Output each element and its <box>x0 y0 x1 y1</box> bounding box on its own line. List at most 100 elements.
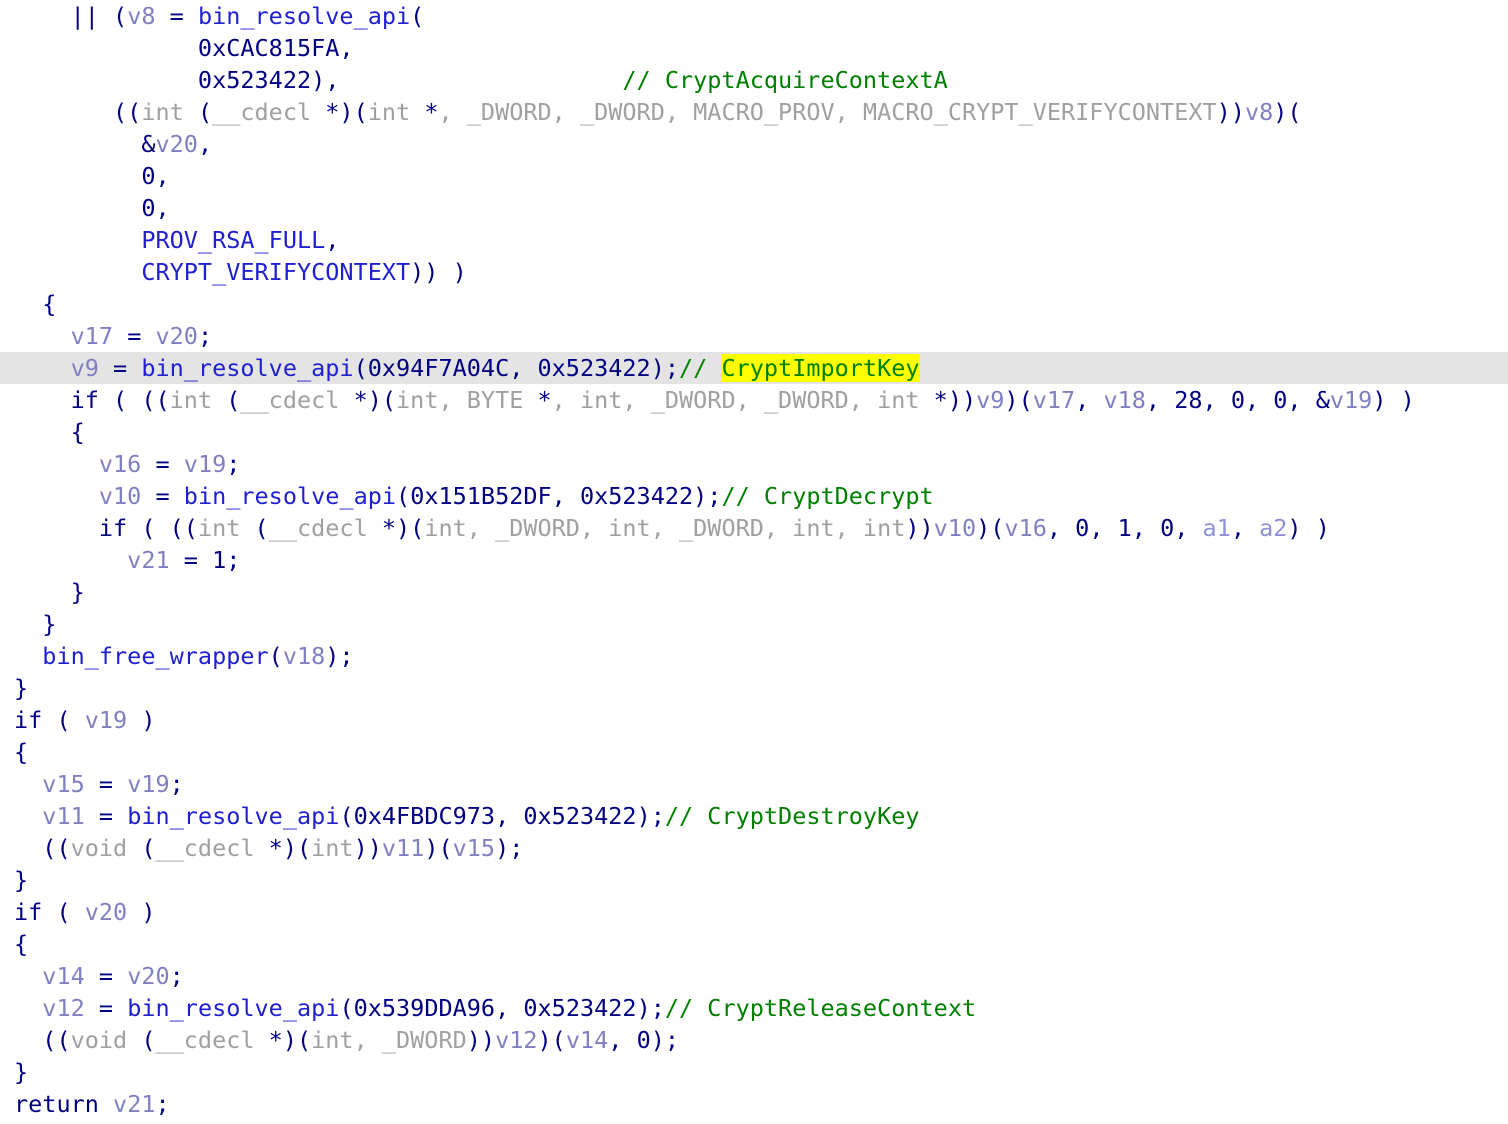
code-token: ) <box>127 898 156 926</box>
variable-token[interactable]: v15 <box>14 770 84 798</box>
variable-token[interactable]: v20 <box>155 130 197 158</box>
code-line[interactable]: ((int (__cdecl *)(int *, _DWORD, _DWORD,… <box>0 96 1508 128</box>
code-line[interactable]: || (v8 = bin_resolve_api( <box>0 0 1508 32</box>
code-line[interactable]: if ( ((int (__cdecl *)(int, _DWORD, int,… <box>0 512 1508 544</box>
code-line[interactable]: v16 = v19; <box>0 448 1508 480</box>
code-line[interactable]: { <box>0 416 1508 448</box>
variable-token[interactable]: v16 <box>14 450 141 478</box>
function-name-token[interactable]: bin_free_wrapper <box>14 642 268 670</box>
number-token: 0x523422 <box>537 354 651 382</box>
variable-token[interactable]: v11 <box>14 802 84 830</box>
code-line[interactable]: 0xCAC815FA, <box>0 32 1508 64</box>
code-line[interactable]: ((void (__cdecl *)(int, _DWORD))v12)(v14… <box>0 1024 1508 1056</box>
variable-token[interactable]: v9 <box>14 354 99 382</box>
code-line[interactable]: { <box>0 928 1508 960</box>
macro-token[interactable]: PROV_RSA_FULL <box>14 226 325 254</box>
code-body[interactable]: || (v8 = bin_resolve_api( 0xCAC815FA, 0x… <box>0 0 1508 1120</box>
macro-token[interactable]: CRYPT_VERIFYCONTEXT <box>14 258 410 286</box>
code-line[interactable]: v21 = 1; <box>0 544 1508 576</box>
variable-token[interactable]: v14 <box>14 962 84 990</box>
function-name-token[interactable]: bin_resolve_api <box>198 2 410 30</box>
argument-token[interactable]: a2 <box>1259 514 1287 542</box>
code-line[interactable]: CRYPT_VERIFYCONTEXT)) ) <box>0 256 1508 288</box>
code-token: = <box>84 962 128 990</box>
variable-token[interactable]: v14 <box>566 1026 608 1054</box>
number-token: 0 <box>1075 514 1090 542</box>
variable-token[interactable]: v19 <box>127 770 169 798</box>
code-token: { <box>14 738 29 766</box>
code-line[interactable]: v11 = bin_resolve_api(0x4FBDC973, 0x5234… <box>0 800 1508 832</box>
function-name-token[interactable]: bin_resolve_api <box>127 994 339 1022</box>
function-name-token[interactable]: bin_resolve_api <box>141 354 353 382</box>
code-line[interactable]: v10 = bin_resolve_api(0x151B52DF, 0x5234… <box>0 480 1508 512</box>
code-line[interactable]: } <box>0 1056 1508 1088</box>
code-line[interactable]: &v20, <box>0 128 1508 160</box>
code-token: , <box>1145 386 1175 414</box>
code-line[interactable]: { <box>0 288 1508 320</box>
type-token: void <box>70 834 128 862</box>
variable-token[interactable]: v21 <box>113 1090 155 1118</box>
code-line[interactable]: 0, <box>0 192 1508 224</box>
argument-token[interactable]: a1 <box>1203 514 1231 542</box>
number-token: 0x539DDA96 <box>353 994 496 1022</box>
code-line[interactable]: if ( v20 ) <box>0 896 1508 928</box>
code-line[interactable]: return v21; <box>0 1088 1508 1120</box>
code-token: *)( <box>254 1026 312 1054</box>
function-name-token[interactable]: bin_resolve_api <box>127 802 339 830</box>
code-line[interactable]: bin_free_wrapper(v18); <box>0 640 1508 672</box>
variable-token[interactable]: v18 <box>283 642 325 670</box>
code-line[interactable]: v12 = bin_resolve_api(0x539DDA96, 0x5234… <box>0 992 1508 1024</box>
variable-token[interactable]: v9 <box>976 386 1004 414</box>
variable-token[interactable]: v8 <box>1245 98 1273 126</box>
variable-token[interactable]: v12 <box>495 1026 537 1054</box>
code-line[interactable]: v17 = v20; <box>0 320 1508 352</box>
variable-token[interactable]: v20 <box>127 962 169 990</box>
variable-token[interactable]: v12 <box>14 994 84 1022</box>
code-line[interactable]: if ( v19 ) <box>0 704 1508 736</box>
variable-token[interactable]: v17 <box>14 322 113 350</box>
variable-token[interactable]: v8 <box>127 2 155 30</box>
variable-token[interactable]: v21 <box>14 546 169 574</box>
code-token: ) <box>127 706 156 734</box>
code-line[interactable]: PROV_RSA_FULL, <box>0 224 1508 256</box>
variable-token[interactable]: v18 <box>1103 386 1145 414</box>
variable-token[interactable]: v19 <box>85 706 127 734</box>
variable-token[interactable]: v20 <box>85 898 127 926</box>
type-token: __cdecl <box>155 834 255 862</box>
code-line-current[interactable]: v9 = bin_resolve_api(0x94F7A04C, 0x52342… <box>0 352 1508 384</box>
code-token: ( <box>268 642 283 670</box>
variable-token[interactable]: v11 <box>382 834 424 862</box>
variable-token[interactable]: v17 <box>1033 386 1075 414</box>
code-line[interactable]: } <box>0 672 1508 704</box>
number-token: 0x151B52DF <box>410 482 552 510</box>
variable-token[interactable]: v20 <box>156 322 198 350</box>
code-line[interactable]: } <box>0 608 1508 640</box>
code-line[interactable]: v14 = v20; <box>0 960 1508 992</box>
code-token: ); <box>650 354 679 382</box>
code-line[interactable]: if ( ((int (__cdecl *)(int, BYTE *, int,… <box>0 384 1508 416</box>
code-token: *)( <box>311 98 368 126</box>
variable-token[interactable]: v19 <box>184 450 226 478</box>
code-line[interactable]: 0, <box>0 160 1508 192</box>
code-line[interactable]: { <box>0 736 1508 768</box>
function-name-token[interactable]: bin_resolve_api <box>184 482 396 510</box>
code-line[interactable]: } <box>0 576 1508 608</box>
variable-token[interactable]: v16 <box>1004 514 1046 542</box>
code-line[interactable]: v15 = v19; <box>0 768 1508 800</box>
variable-token[interactable]: v19 <box>1330 386 1372 414</box>
keyword-token: if <box>14 898 43 926</box>
variable-token[interactable]: v10 <box>934 514 976 542</box>
code-token: , <box>1075 386 1104 414</box>
code-token: *)( <box>339 386 397 414</box>
code-line[interactable]: 0x523422), // CryptAcquireContextA <box>0 64 1508 96</box>
code-token: = <box>84 770 128 798</box>
comment-token: // CryptDecrypt <box>721 482 934 510</box>
variable-token[interactable]: v10 <box>14 482 141 510</box>
variable-token[interactable]: v15 <box>453 834 495 862</box>
code-line[interactable]: } <box>0 864 1508 896</box>
code-token: ; <box>197 322 213 350</box>
pseudocode-view[interactable]: || (v8 = bin_resolve_api( 0xCAC815FA, 0x… <box>0 0 1508 1124</box>
comment-token: // <box>679 354 722 382</box>
code-line[interactable]: ((void (__cdecl *)(int))v11)(v15); <box>0 832 1508 864</box>
